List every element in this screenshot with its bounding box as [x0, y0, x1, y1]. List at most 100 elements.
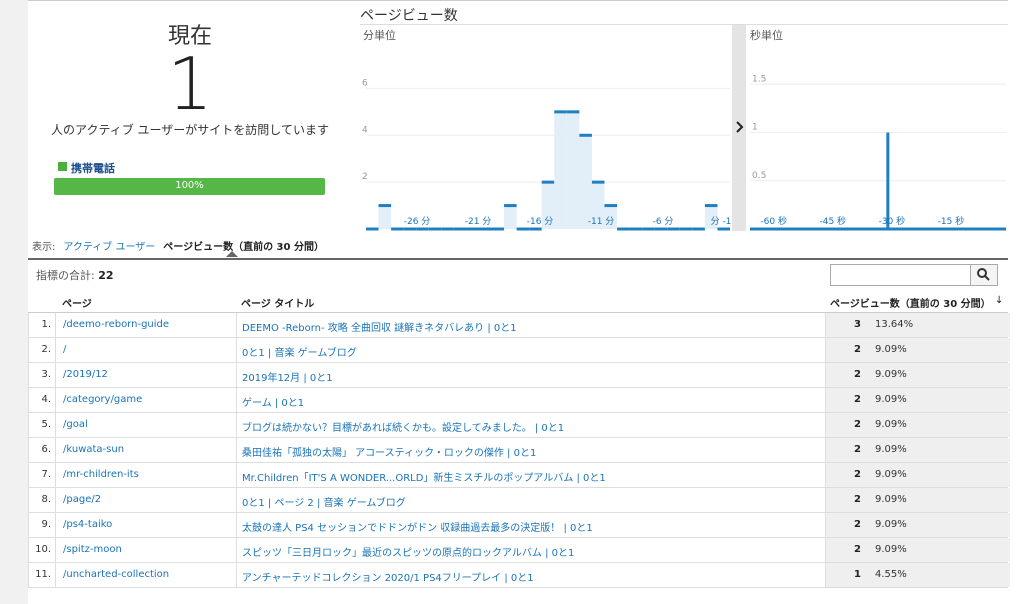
minute-bar[interactable] — [679, 227, 693, 231]
minute-bar[interactable] — [591, 180, 605, 184]
minute-bar[interactable] — [478, 227, 492, 231]
minute-bar[interactable] — [416, 227, 429, 231]
page-title-link[interactable]: ブログは続かない？目標があれば続くかも。設定してみました。 | 0と1 — [242, 419, 564, 434]
second-chart-label: 秒単位 — [750, 28, 783, 42]
table-rows: 1. /deemo-reborn-guide DEEMO -Reborn- 攻略 全… — [28, 313, 1010, 588]
minute-bar[interactable] — [466, 227, 479, 231]
page-path-link[interactable]: /spitz-moon — [63, 544, 122, 555]
table-row: 10. /spitz-moon スピッツ「三日月ロック」最近のスピッツの原点的ロック… — [28, 538, 1010, 563]
minute-bar[interactable] — [654, 227, 668, 231]
pages-table-panel: 指標の合計: 22 ページ ページ タイトル ページビュー数（直前の 30 分間… — [28, 258, 1010, 590]
search-button[interactable] — [970, 264, 998, 286]
minute-bar[interactable] — [541, 180, 555, 184]
pageview-value: 2 — [854, 394, 861, 405]
minute-bar[interactable] — [428, 227, 442, 231]
sort-down-icon[interactable]: ↓ — [995, 295, 1003, 306]
minute-bar[interactable] — [566, 110, 580, 114]
minute-bar[interactable] — [516, 227, 530, 231]
minute-bar[interactable] — [604, 204, 618, 208]
page-path-link[interactable]: /uncharted-collection — [63, 569, 169, 580]
minute-bar-fill — [566, 111, 580, 229]
page-path-link[interactable]: /ps4-taiko — [63, 519, 112, 530]
pageview-value: 2 — [854, 419, 861, 430]
second-y-tick-label: 1 — [752, 123, 758, 133]
col-header-title[interactable]: ページ タイトル — [241, 295, 314, 310]
table-row: 9. /ps4-taiko 太鼓の達人 PS4 セッションでドドンがドン 収録曲過去… — [28, 513, 1010, 538]
minute-bar[interactable] — [453, 227, 467, 231]
minute-y-tick-label: 2 — [362, 172, 368, 182]
minute-bar[interactable] — [491, 227, 505, 231]
minute-bar[interactable] — [391, 227, 404, 231]
table-row: 5. /goal ブログは続かない？目標があれば続くかも。設定してみました。 | 0… — [28, 413, 1010, 438]
page-title-link[interactable]: DEEMO -Reborn- 攻略 全曲回収 謎解きネタバレあり | 0と1 — [242, 319, 517, 334]
minute-bar[interactable] — [617, 227, 630, 231]
page-path-link[interactable]: /deemo-reborn-guide — [63, 319, 169, 330]
page-path-link[interactable]: /mr-children-its — [63, 469, 139, 480]
pageviews-chart: 分単位 秒単位 2 4 6 -26 分 -21 分 -16 分 -11 分 -6 分分 -1 … — [360, 25, 1008, 231]
page-title-link[interactable]: Mr.Children「IT'S A WONDER...ORLD」新生ミスチルの… — [242, 469, 606, 484]
table-row: 2. / 0と1 | 音楽 ゲームブログ 2 9.09% — [28, 338, 1010, 363]
col-header-metric[interactable]: ページビュー数（直前の 30 分間） — [830, 295, 991, 310]
page-path-link[interactable]: /page/2 — [63, 494, 101, 505]
row-number: 8. — [41, 494, 51, 505]
minute-chart-label: 分単位 — [363, 28, 396, 42]
minute-bar[interactable] — [717, 227, 730, 231]
minute-x-tick-label: -6 分 — [653, 216, 674, 227]
minute-bar[interactable] — [504, 204, 517, 208]
tab-active-users[interactable]: アクティブ ユーザー — [63, 242, 155, 253]
pageview-value: 2 — [854, 494, 861, 505]
table-row: 11. /uncharted-collection アンチャーテッドコレクション 2… — [28, 563, 1010, 588]
table-row: 1. /deemo-reborn-guide DEEMO -Reborn- 攻略 全… — [28, 313, 1010, 338]
page-title-link[interactable]: ゲーム | 0と1 — [242, 394, 304, 409]
second-bar[interactable] — [886, 132, 890, 229]
pageview-percent: 9.09% — [875, 469, 907, 480]
minute-bar[interactable] — [704, 204, 718, 208]
pageview-value: 2 — [854, 544, 861, 555]
row-number: 2. — [41, 344, 51, 355]
minute-bar[interactable] — [579, 133, 592, 137]
page-path-link[interactable]: /goal — [63, 419, 88, 430]
minute-bar[interactable] — [441, 227, 454, 231]
table-search-input[interactable] — [830, 264, 974, 286]
page-path-link[interactable]: /2019/12 — [63, 369, 108, 380]
pageviews-chart-title: ページビュー数 — [360, 8, 458, 24]
page-title-link[interactable]: 桑田佳祐「孤独の太陽」 アコースティック・ロックの傑作 | 0と1 — [242, 444, 536, 459]
row-number: 10. — [35, 544, 51, 555]
pageview-percent: 9.09% — [875, 494, 907, 505]
minute-bar[interactable] — [403, 227, 417, 231]
pageview-percent: 9.09% — [875, 519, 907, 530]
second-x-tick-label: -60 秒 — [760, 215, 787, 227]
minute-y-tick-label: 4 — [362, 125, 368, 135]
col-header-page[interactable]: ページ — [62, 295, 92, 310]
second-x-tick-label: -30 秒 — [879, 215, 906, 227]
page-title-link[interactable]: 0と1 | ページ 2 | 音楽 ゲームブログ — [242, 494, 406, 509]
minute-bar[interactable] — [378, 204, 392, 208]
active-tab-caret — [226, 251, 238, 257]
page-path-link[interactable]: /category/game — [63, 394, 142, 405]
page-path-link[interactable]: /kuwata-sun — [63, 444, 124, 455]
pageview-percent: 9.09% — [875, 444, 907, 455]
tab-pageviews[interactable]: ページビュー数（直前の 30 分間） — [163, 242, 324, 253]
pageview-value: 2 — [854, 519, 861, 530]
row-number: 1. — [41, 319, 51, 330]
minute-bar[interactable] — [692, 227, 705, 231]
minute-bar[interactable] — [554, 110, 567, 114]
table-row: 4. /category/game ゲーム | 0と1 2 9.09% — [28, 388, 1010, 413]
second-y-tick-label: 0.5 — [752, 171, 766, 181]
minute-bar[interactable] — [667, 227, 680, 231]
page-title-link[interactable]: アンチャーテッドコレクション 2020/1 PS4フリープレイ | 0と1 — [242, 569, 534, 584]
minute-bar[interactable] — [366, 227, 379, 231]
view-prefix: 表示: — [32, 242, 56, 253]
device-share-bar: 100% — [54, 178, 325, 195]
page-title-link[interactable]: スピッツ「三日月ロック」最近のスピッツの原点的ロックアルバム | 0と1 — [242, 544, 574, 559]
chart-splitter[interactable] — [732, 25, 746, 231]
minute-bar-fill — [504, 205, 517, 229]
minute-bar[interactable] — [529, 227, 542, 231]
minute-bar[interactable] — [642, 227, 655, 231]
minute-bar[interactable] — [629, 227, 643, 231]
page-title-link[interactable]: 2019年12月 | 0と1 — [242, 369, 333, 384]
page-title-link[interactable]: 0と1 | 音楽 ゲームブログ — [242, 344, 357, 359]
page-path-link[interactable]: / — [63, 344, 66, 355]
pageview-value: 2 — [854, 444, 861, 455]
page-title-link[interactable]: 太鼓の達人 PS4 セッションでドドンがドン 収録曲過去最多の決定版！ | 0と… — [242, 519, 593, 534]
